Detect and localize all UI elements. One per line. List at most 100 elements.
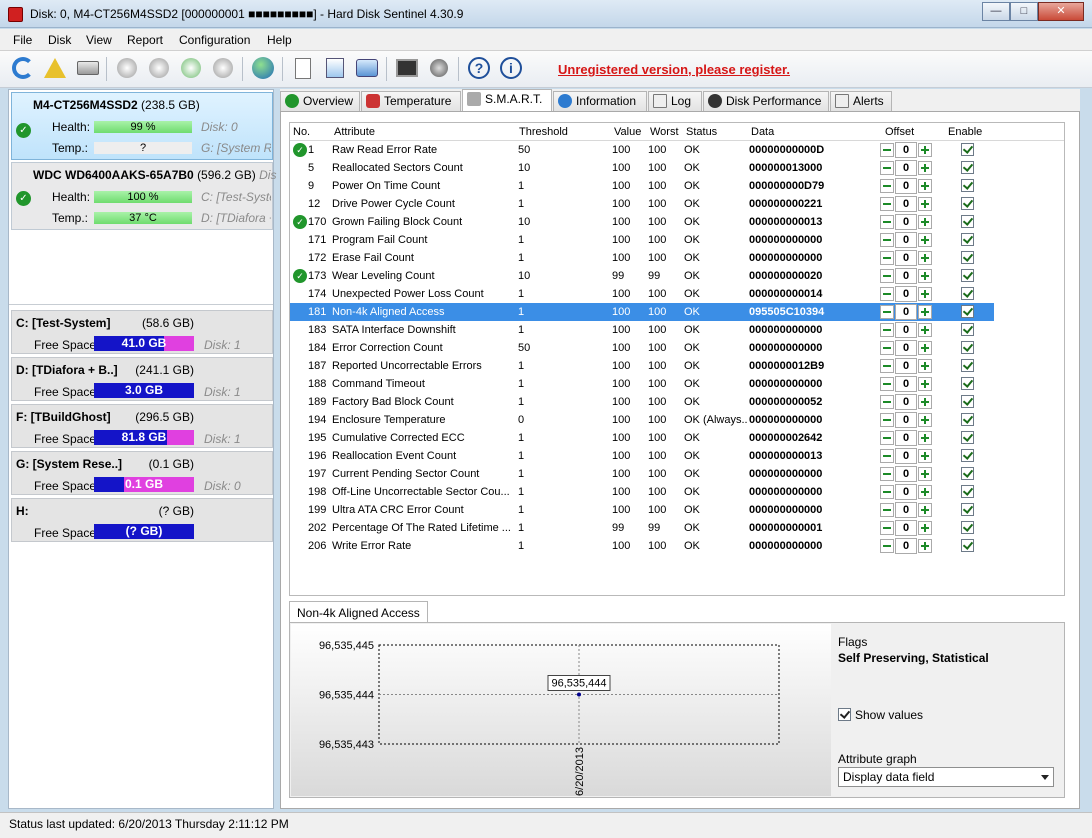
offset-value[interactable]: 0	[895, 196, 917, 212]
minimize-button[interactable]: —	[982, 2, 1010, 21]
plus-icon[interactable]	[918, 251, 932, 265]
surface-test-icon[interactable]	[210, 55, 236, 81]
disk-card-1[interactable]: WDC WD6400AAKS-65A7B0 (596.2 GB) Dis ✓ H…	[11, 162, 276, 230]
tab-log[interactable]: Log	[648, 91, 702, 111]
offset-stepper[interactable]: 0	[880, 520, 932, 536]
enable-checkbox[interactable]	[961, 413, 974, 426]
table-row[interactable]: 174 Unexpected Power Loss Count 1 100 100 OK 0…	[290, 285, 1064, 303]
enable-checkbox[interactable]	[961, 431, 974, 444]
send-report-icon[interactable]	[322, 55, 348, 81]
enable-checkbox[interactable]	[961, 143, 974, 156]
table-row[interactable]: 184 Error Correction Count 50 100 100 OK 00000…	[290, 339, 1064, 357]
short-test-icon[interactable]	[146, 55, 172, 81]
offset-stepper[interactable]: 0	[880, 214, 932, 230]
minus-icon[interactable]	[880, 161, 894, 175]
test-icon[interactable]	[114, 55, 140, 81]
minus-icon[interactable]	[880, 287, 894, 301]
offset-stepper[interactable]: 0	[880, 322, 932, 338]
offset-value[interactable]: 0	[895, 448, 917, 464]
minus-icon[interactable]	[880, 197, 894, 211]
smart-table[interactable]: No. Attribute Threshold Value Worst Stat…	[289, 122, 1065, 596]
minus-icon[interactable]	[880, 233, 894, 247]
table-row[interactable]: ✓ 1 Raw Read Error Rate 50 100 100 OK 000000000…	[290, 141, 1064, 159]
col-worst[interactable]: Worst	[650, 126, 679, 138]
plus-icon[interactable]	[918, 305, 932, 319]
col-attribute[interactable]: Attribute	[334, 126, 375, 138]
minus-icon[interactable]	[880, 359, 894, 373]
menu-file[interactable]: File	[13, 33, 32, 47]
offset-stepper[interactable]: 0	[880, 160, 932, 176]
plus-icon[interactable]	[918, 521, 932, 535]
offset-value[interactable]: 0	[895, 502, 917, 518]
enable-checkbox[interactable]	[961, 251, 974, 264]
offset-value[interactable]: 0	[895, 268, 917, 284]
help-icon[interactable]: ?	[466, 55, 492, 81]
volume-f[interactable]: F: [TBuildGhost] (296.5 GB) Free Space 8…	[11, 404, 273, 448]
enable-checkbox[interactable]	[961, 179, 974, 192]
attribute-graph-select[interactable]: Display data field	[838, 767, 1054, 787]
info-icon[interactable]: i	[498, 55, 524, 81]
offset-value[interactable]: 0	[895, 538, 917, 554]
menu-help[interactable]: Help	[267, 33, 292, 47]
offset-value[interactable]: 0	[895, 520, 917, 536]
enable-checkbox[interactable]	[961, 269, 974, 282]
enable-checkbox[interactable]	[961, 503, 974, 516]
offset-stepper[interactable]: 0	[880, 358, 932, 374]
enable-checkbox[interactable]	[961, 323, 974, 336]
disk-icon[interactable]	[75, 55, 101, 81]
col-value[interactable]: Value	[614, 126, 641, 138]
offset-stepper[interactable]: 0	[880, 538, 932, 554]
table-row[interactable]: 197 Current Pending Sector Count 1 100 100 OK…	[290, 465, 1064, 483]
offset-value[interactable]: 0	[895, 178, 917, 194]
register-link[interactable]: Unregistered version, please register.	[558, 62, 790, 77]
menu-view[interactable]: View	[86, 33, 112, 47]
minus-icon[interactable]	[880, 323, 894, 337]
tab-disk-performance[interactable]: Disk Performance	[703, 91, 829, 111]
offset-stepper[interactable]: 0	[880, 412, 932, 428]
table-row[interactable]: 187 Reported Uncorrectable Errors 1 100 100 O…	[290, 357, 1064, 375]
offset-value[interactable]: 0	[895, 286, 917, 302]
table-row[interactable]: 198 Off-Line Uncorrectable Sector Cou... 1…	[290, 483, 1064, 501]
offset-stepper[interactable]: 0	[880, 340, 932, 356]
plus-icon[interactable]	[918, 485, 932, 499]
offset-stepper[interactable]: 0	[880, 430, 932, 446]
table-row[interactable]: 181 Non-4k Aligned Access 1 100 100 OK 095505C…	[290, 303, 994, 321]
checkbox[interactable]	[838, 708, 851, 721]
offset-value[interactable]: 0	[895, 214, 917, 230]
offset-value[interactable]: 0	[895, 466, 917, 482]
minus-icon[interactable]	[880, 215, 894, 229]
table-row[interactable]: 183 SATA Interface Downshift 1 100 100 OK 0000…	[290, 321, 1064, 339]
minus-icon[interactable]	[880, 305, 894, 319]
settings-icon[interactable]	[394, 55, 420, 81]
offset-stepper[interactable]: 0	[880, 142, 932, 158]
offset-stepper[interactable]: 0	[880, 448, 932, 464]
plus-icon[interactable]	[918, 539, 932, 553]
table-row[interactable]: 199 Ultra ATA CRC Error Count 1 100 100 OK 000…	[290, 501, 1064, 519]
col-threshold[interactable]: Threshold	[519, 126, 568, 138]
plus-icon[interactable]	[918, 269, 932, 283]
offset-stepper[interactable]: 0	[880, 250, 932, 266]
offset-value[interactable]: 0	[895, 160, 917, 176]
table-row[interactable]: ✓ 170 Grown Failing Block Count 10 100 100 OK 0…	[290, 213, 1064, 231]
minus-icon[interactable]	[880, 413, 894, 427]
col-no[interactable]: No.	[293, 126, 310, 138]
tab-information[interactable]: Information	[553, 91, 647, 111]
minus-icon[interactable]	[880, 395, 894, 409]
plus-icon[interactable]	[918, 233, 932, 247]
tab-smart[interactable]: S.M.A.R.T.	[462, 89, 552, 112]
plus-icon[interactable]	[918, 449, 932, 463]
offset-stepper[interactable]: 0	[880, 286, 932, 302]
detail-tab[interactable]: Non-4k Aligned Access	[289, 601, 428, 624]
volume-g[interactable]: G: [System Rese..] (0.1 GB) Free Space 0…	[11, 451, 273, 495]
offset-stepper[interactable]: 0	[880, 484, 932, 500]
enable-checkbox[interactable]	[961, 233, 974, 246]
offset-value[interactable]: 0	[895, 484, 917, 500]
minus-icon[interactable]	[880, 503, 894, 517]
minus-icon[interactable]	[880, 521, 894, 535]
enable-checkbox[interactable]	[961, 161, 974, 174]
table-row[interactable]: 172 Erase Fail Count 1 100 100 OK 000000000000…	[290, 249, 1064, 267]
offset-stepper[interactable]: 0	[880, 466, 932, 482]
offset-value[interactable]: 0	[895, 322, 917, 338]
minus-icon[interactable]	[880, 431, 894, 445]
offset-stepper[interactable]: 0	[880, 196, 932, 212]
